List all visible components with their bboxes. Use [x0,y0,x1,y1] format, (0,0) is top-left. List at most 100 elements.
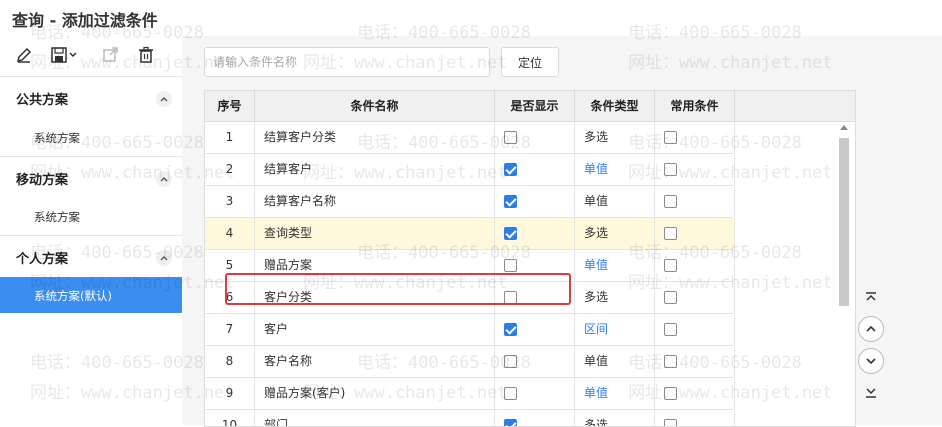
common-checkbox[interactable] [664,355,677,368]
group-label: 公共方案 [16,93,69,108]
scheme-item-label: 系统方案 [34,131,80,145]
show-checkbox[interactable] [504,227,517,240]
show-checkbox[interactable] [504,291,517,304]
common-checkbox[interactable] [664,419,677,426]
condition-search-input[interactable] [204,47,490,77]
show-cell [495,346,575,377]
condition-name: 赠品方案(客户) [255,378,495,409]
group-public[interactable]: 公共方案 [0,77,182,117]
save-icon[interactable] [48,44,82,66]
common-checkbox[interactable] [664,131,677,144]
col-header-show: 是否显示 [495,91,575,121]
row-number: 3 [205,186,255,217]
scheme-item-label: 系统方案 [34,210,80,224]
condition-type[interactable]: 区间 [575,314,655,345]
table-row[interactable]: 6 客户分类 多选 [205,282,735,314]
common-checkbox[interactable] [664,259,677,272]
condition-name: 结算客户名称 [255,186,495,217]
scheme-item-active[interactable]: 系统方案(默认) [0,277,182,313]
scheme-item[interactable]: 系统方案 [0,198,182,234]
col-header-no: 序号 [205,91,255,121]
row-number: 6 [205,282,255,313]
common-checkbox[interactable] [664,163,677,176]
common-checkbox[interactable] [664,195,677,208]
show-cell [495,282,575,313]
condition-type: 多选 [575,282,655,313]
table-row[interactable]: 10 部门 多选 [205,410,735,426]
show-checkbox[interactable] [504,163,517,176]
chevron-up-icon[interactable] [156,250,172,266]
condition-name: 赠品方案 [255,250,495,281]
delete-icon[interactable] [134,44,158,66]
show-cell [495,122,575,153]
group-personal[interactable]: 个人方案 [0,236,182,276]
show-cell [495,378,575,409]
col-header-type: 条件类型 [575,91,655,121]
common-cell [655,250,735,281]
common-checkbox[interactable] [664,291,677,304]
table-row[interactable]: 3 结算客户名称 单值 [205,186,735,218]
row-number: 7 [205,314,255,345]
chevron-up-icon[interactable] [156,91,172,107]
row-number: 10 [205,410,255,426]
condition-name: 结算客户 [255,154,495,185]
condition-name: 客户分类 [255,282,495,313]
move-down-icon[interactable] [858,348,884,374]
group-mobile[interactable]: 移动方案 [0,157,182,197]
show-cell [495,186,575,217]
col-header-common: 常用条件 [655,91,735,121]
table-row[interactable]: 5 赠品方案 单值 [205,250,735,282]
condition-type: 单值 [575,186,655,217]
table-row[interactable]: 4 查询类型 多选 [205,218,735,250]
common-cell [655,378,735,409]
scheme-sidebar: 公共方案 系统方案 移动方案 系统方案 个人方案 系统方案(默认) [0,77,182,425]
row-number: 9 [205,378,255,409]
condition-table: 序号 条件名称 是否显示 条件类型 常用条件 1 结算客户分类 多选 2 结算客户 单值 3… [204,90,856,427]
table-header: 序号 条件名称 是否显示 条件类型 常用条件 [205,91,855,122]
common-checkbox[interactable] [664,387,677,400]
show-checkbox[interactable] [504,131,517,144]
show-cell [495,250,575,281]
scroll-up-arrow-icon[interactable] [840,125,848,130]
show-checkbox[interactable] [504,355,517,368]
chevron-up-icon[interactable] [156,171,172,187]
table-row[interactable]: 9 赠品方案(客户) 单值 [205,378,735,410]
edit-icon[interactable] [12,44,36,66]
condition-name: 查询类型 [255,218,495,249]
condition-panel: 定位 序号 条件名称 是否显示 条件类型 常用条件 1结算客户分类多选2结算客户… [182,36,942,427]
show-cell [495,314,575,345]
scheme-item[interactable]: 系统方案 [0,119,182,155]
window-title: 查询 - 添加过滤条件 [12,11,158,30]
move-bottom-icon[interactable] [858,379,884,405]
common-checkbox[interactable] [664,227,677,240]
show-checkbox[interactable] [504,419,517,426]
condition-type[interactable]: 单值 [575,154,655,185]
row-number: 5 [205,250,255,281]
table-row[interactable]: 1 结算客户分类 多选 [205,122,735,154]
common-cell [655,410,735,426]
show-checkbox[interactable] [504,323,517,336]
common-checkbox[interactable] [664,323,677,336]
table-row[interactable]: 2 结算客户 单值 [205,154,735,186]
locate-button[interactable]: 定位 [501,47,559,77]
group-label: 个人方案 [16,252,69,267]
show-checkbox[interactable] [504,259,517,272]
table-row[interactable]: 7 客户 区间 [205,314,735,346]
condition-type[interactable]: 单值 [575,378,655,409]
condition-type[interactable]: 单值 [575,250,655,281]
show-checkbox[interactable] [504,387,517,400]
scheme-item-label: 系统方案(默认) [34,289,112,303]
condition-name: 部门 [255,410,495,426]
title-bar: 查询 - 添加过滤条件 [0,0,942,36]
condition-type: 多选 [575,218,655,249]
scrollbar-thumb[interactable] [839,138,849,306]
condition-name: 结算客户分类 [255,122,495,153]
show-cell [495,218,575,249]
move-top-icon[interactable] [858,285,884,311]
condition-type: 多选 [575,410,655,426]
show-cell [495,410,575,426]
move-up-icon[interactable] [858,316,884,342]
show-checkbox[interactable] [504,195,517,208]
table-row[interactable]: 8 客户名称 单值 [205,346,735,378]
common-cell [655,314,735,345]
